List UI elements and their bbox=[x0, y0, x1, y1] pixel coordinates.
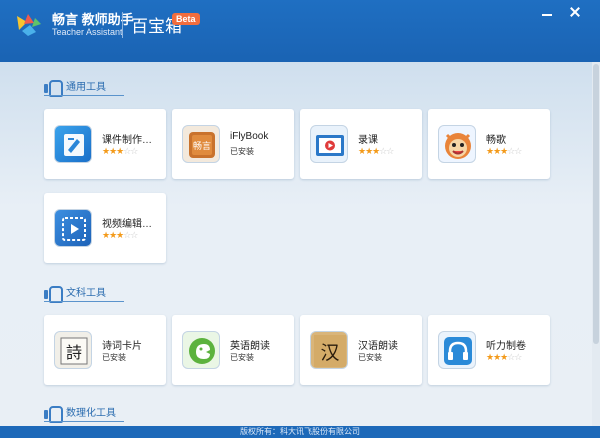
thumbs-up-icon bbox=[44, 79, 63, 97]
courseware-icon bbox=[54, 125, 92, 163]
tool-name: 录课 bbox=[358, 135, 378, 146]
tool-name: 课件制作… bbox=[102, 135, 152, 146]
section-title: 通用工具 bbox=[66, 82, 106, 93]
section-header-general: 通用工具 bbox=[44, 78, 106, 97]
rating-stars: ★★★☆☆ bbox=[486, 352, 522, 362]
toolbox-content: 通用工具 课件制作… ★★★☆☆ 畅言 iFlyBook 已安装 录课 ★★★☆… bbox=[0, 62, 600, 426]
install-status: 已安装 bbox=[102, 353, 126, 362]
listening-paper-icon bbox=[438, 331, 476, 369]
chinese-read-icon: 汉 bbox=[310, 331, 348, 369]
section-title: 文科工具 bbox=[66, 288, 106, 299]
beta-badge: Beta bbox=[172, 13, 200, 25]
scrollbar-thumb[interactable] bbox=[593, 64, 599, 344]
tool-name: 视频编辑… bbox=[102, 219, 152, 230]
tool-card-listening-paper[interactable]: 听力制卷 ★★★☆☆ bbox=[428, 315, 550, 385]
tool-name: iFlyBook bbox=[230, 131, 269, 142]
vertical-scrollbar[interactable] bbox=[592, 62, 600, 426]
changge-icon bbox=[438, 125, 476, 163]
section-header-math-science: 数理化工具 bbox=[44, 404, 116, 423]
install-status: 已安装 bbox=[358, 353, 382, 362]
minimize-button[interactable] bbox=[537, 5, 557, 19]
tool-card-courseware[interactable]: 课件制作… ★★★☆☆ bbox=[44, 109, 166, 179]
brand-subtitle: Teacher Assistant bbox=[52, 27, 123, 37]
tool-card-record-lesson[interactable]: 录课 ★★★☆☆ bbox=[300, 109, 422, 179]
install-status: 已安装 bbox=[230, 147, 254, 156]
rating-stars: ★★★☆☆ bbox=[102, 230, 138, 240]
video-edit-icon bbox=[54, 209, 92, 247]
install-status: 已安装 bbox=[230, 353, 254, 362]
tool-name: 英语朗读 bbox=[230, 341, 270, 352]
tool-card-changge[interactable]: 畅歌 ★★★☆☆ bbox=[428, 109, 550, 179]
section-underline bbox=[44, 421, 124, 422]
tool-card-iflybook[interactable]: 畅言 iFlyBook 已安装 bbox=[172, 109, 294, 179]
title-divider bbox=[122, 12, 123, 38]
rating-stars: ★★★☆☆ bbox=[486, 146, 522, 156]
english-read-icon bbox=[182, 331, 220, 369]
tool-card-english-read[interactable]: 英语朗读 已安装 bbox=[172, 315, 294, 385]
title-bar: 畅言 教师助手 Teacher Assistant 百宝箱 Beta bbox=[0, 0, 600, 62]
record-lesson-icon bbox=[310, 125, 348, 163]
section-underline bbox=[44, 301, 124, 302]
section-header-liberal-arts: 文科工具 bbox=[44, 284, 106, 303]
tool-name: 汉语朗读 bbox=[358, 341, 398, 352]
svg-text:汉: 汉 bbox=[320, 342, 339, 364]
iflybook-icon: 畅言 bbox=[182, 125, 220, 163]
copyright-footer: 版权所有：科大讯飞股份有限公司 bbox=[0, 426, 600, 438]
svg-text:畅言: 畅言 bbox=[193, 140, 211, 152]
poem-card-icon: 詩 bbox=[54, 331, 92, 369]
tool-card-poem-card[interactable]: 詩 诗词卡片 已安装 bbox=[44, 315, 166, 385]
tool-card-chinese-read[interactable]: 汉 汉语朗读 已安装 bbox=[300, 315, 422, 385]
section-underline bbox=[44, 95, 124, 96]
svg-text:詩: 詩 bbox=[66, 343, 82, 362]
thumbs-up-icon bbox=[44, 405, 63, 423]
rating-stars: ★★★☆☆ bbox=[102, 146, 138, 156]
tool-card-video-edit[interactable]: 视频编辑… ★★★☆☆ bbox=[44, 193, 166, 263]
close-button[interactable] bbox=[565, 5, 585, 19]
rating-stars: ★★★☆☆ bbox=[358, 146, 394, 156]
section-title: 数理化工具 bbox=[66, 408, 116, 419]
tool-name: 听力制卷 bbox=[486, 341, 526, 352]
changyan-logo-icon bbox=[17, 14, 41, 36]
tool-name: 诗词卡片 bbox=[102, 341, 142, 352]
tool-name: 畅歌 bbox=[486, 135, 506, 146]
thumbs-up-icon bbox=[44, 285, 63, 303]
